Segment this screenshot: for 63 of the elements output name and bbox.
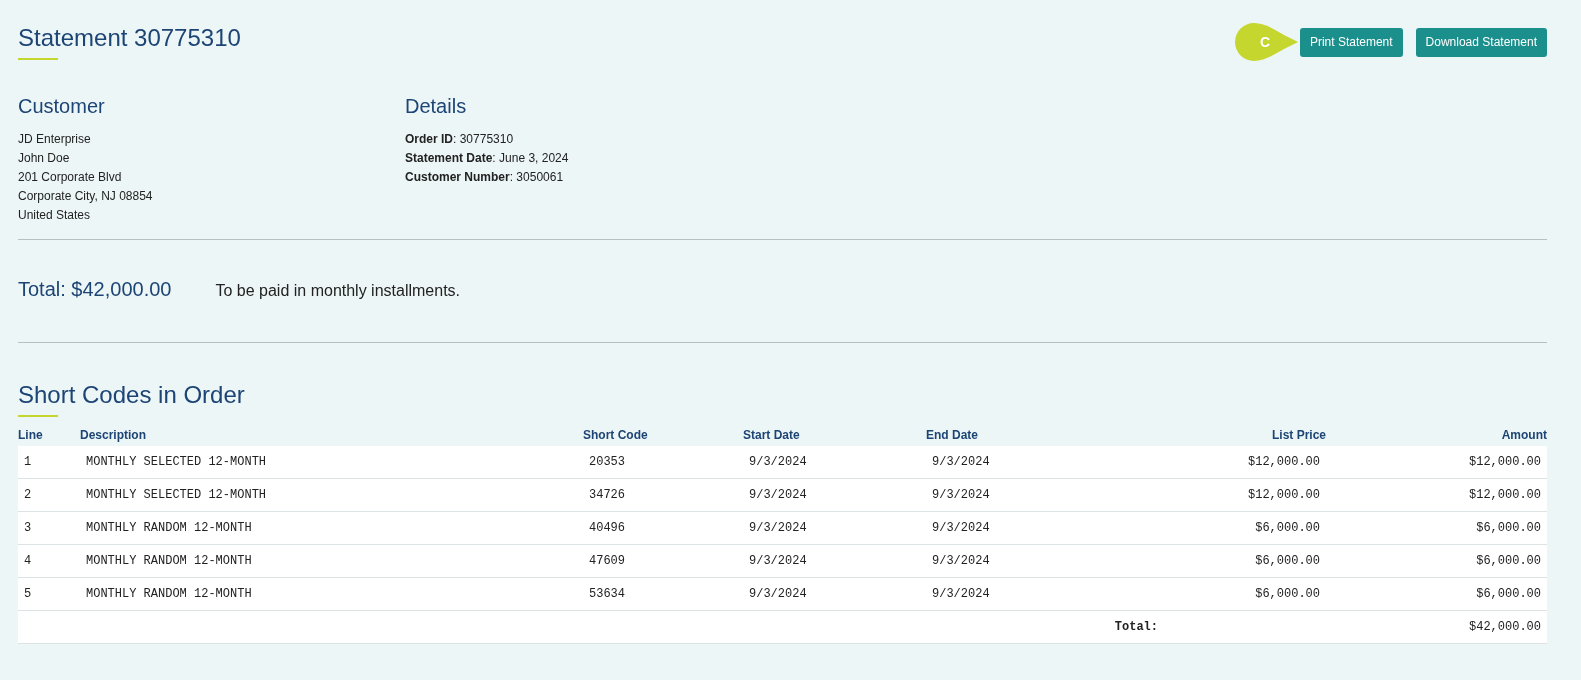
total-amount: Total: $42,000.00: [18, 278, 172, 301]
table-cell: 9/3/2024: [743, 511, 926, 545]
table-cell: $6,000.00: [1326, 577, 1547, 611]
title-underline: [18, 58, 58, 60]
detail-line: Order ID: 30775310: [405, 131, 515, 148]
page-title: Statement 30775310: [18, 24, 241, 52]
address-line: 201 Corporate Blvd: [18, 169, 123, 186]
table-cell: 9/3/2024: [926, 577, 1126, 611]
total-cell: $42,000.00: [1326, 610, 1547, 644]
column-header: List Price: [1126, 428, 1326, 446]
table-cell: MONTHLY RANDOM 12-MONTH: [80, 577, 583, 611]
table-cell: 9/3/2024: [926, 511, 1126, 545]
table-cell: 40496: [583, 511, 743, 545]
table-cell: MONTHLY RANDOM 12-MONTH: [80, 544, 583, 578]
table-cell: $12,000.00: [1126, 446, 1326, 479]
address-line: Corporate City, NJ 08854: [18, 188, 154, 205]
address-line: JD Enterprise: [18, 131, 92, 148]
table-cell: 1: [18, 446, 80, 479]
detail-line: Customer Number: 3050061: [405, 169, 565, 186]
table-cell: $6,000.00: [1326, 544, 1547, 578]
payment-note: To be paid in monthly installments.: [215, 282, 461, 300]
table-cell: 9/3/2024: [743, 478, 926, 512]
table-cell: $12,000.00: [1326, 478, 1547, 512]
column-header: Amount: [1326, 428, 1547, 446]
table-cell: 34726: [583, 478, 743, 512]
table-cell: 20353: [583, 446, 743, 479]
download-button[interactable]: Download Statement: [1415, 27, 1547, 57]
table-cell: MONTHLY SELECTED 12-MONTH: [80, 478, 583, 512]
table-cell: 53634: [583, 577, 743, 611]
table-cell: 9/3/2024: [926, 478, 1126, 512]
callout-badge: C: [1233, 23, 1300, 61]
detail-line: Statement Date: June 3, 2024: [405, 150, 570, 167]
print-button[interactable]: Print Statement: [1299, 27, 1403, 57]
table-cell: $6,000.00: [1126, 511, 1326, 545]
table-cell: $6,000.00: [1326, 511, 1547, 545]
section-heading: Customer: [18, 95, 106, 118]
column-header: End Date: [926, 428, 1126, 446]
table-cell: 9/3/2024: [926, 446, 1126, 479]
table-cell: 2: [18, 478, 80, 512]
table-cell: 9/3/2024: [926, 544, 1126, 578]
table-cell: 9/3/2024: [743, 544, 926, 578]
section-title: Short Codes in Order: [18, 381, 246, 409]
table-cell: 4: [18, 544, 80, 578]
title-underline: [18, 415, 58, 417]
column-header: Description: [80, 428, 583, 446]
total-label: Total:: [18, 610, 1326, 644]
table-cell: MONTHLY RANDOM 12-MONTH: [80, 511, 583, 545]
table-cell: 9/3/2024: [743, 446, 926, 479]
table-cell: MONTHLY SELECTED 12-MONTH: [80, 446, 583, 479]
column-header: Start Date: [743, 428, 926, 446]
table-cell: $6,000.00: [1126, 544, 1326, 578]
table-cell: 9/3/2024: [743, 577, 926, 611]
table-cell: 47609: [583, 544, 743, 578]
table-cell: $12,000.00: [1326, 446, 1547, 479]
column-header: Short Code: [583, 428, 743, 446]
table-cell: $6,000.00: [1126, 577, 1326, 611]
section-heading: Details: [405, 95, 468, 118]
address-line: John Doe: [18, 150, 71, 167]
address-line: United States: [18, 207, 92, 224]
table-cell: $12,000.00: [1126, 478, 1326, 512]
table-cell: 5: [18, 577, 80, 611]
column-header: Line: [18, 428, 80, 446]
table-cell: 3: [18, 511, 80, 545]
